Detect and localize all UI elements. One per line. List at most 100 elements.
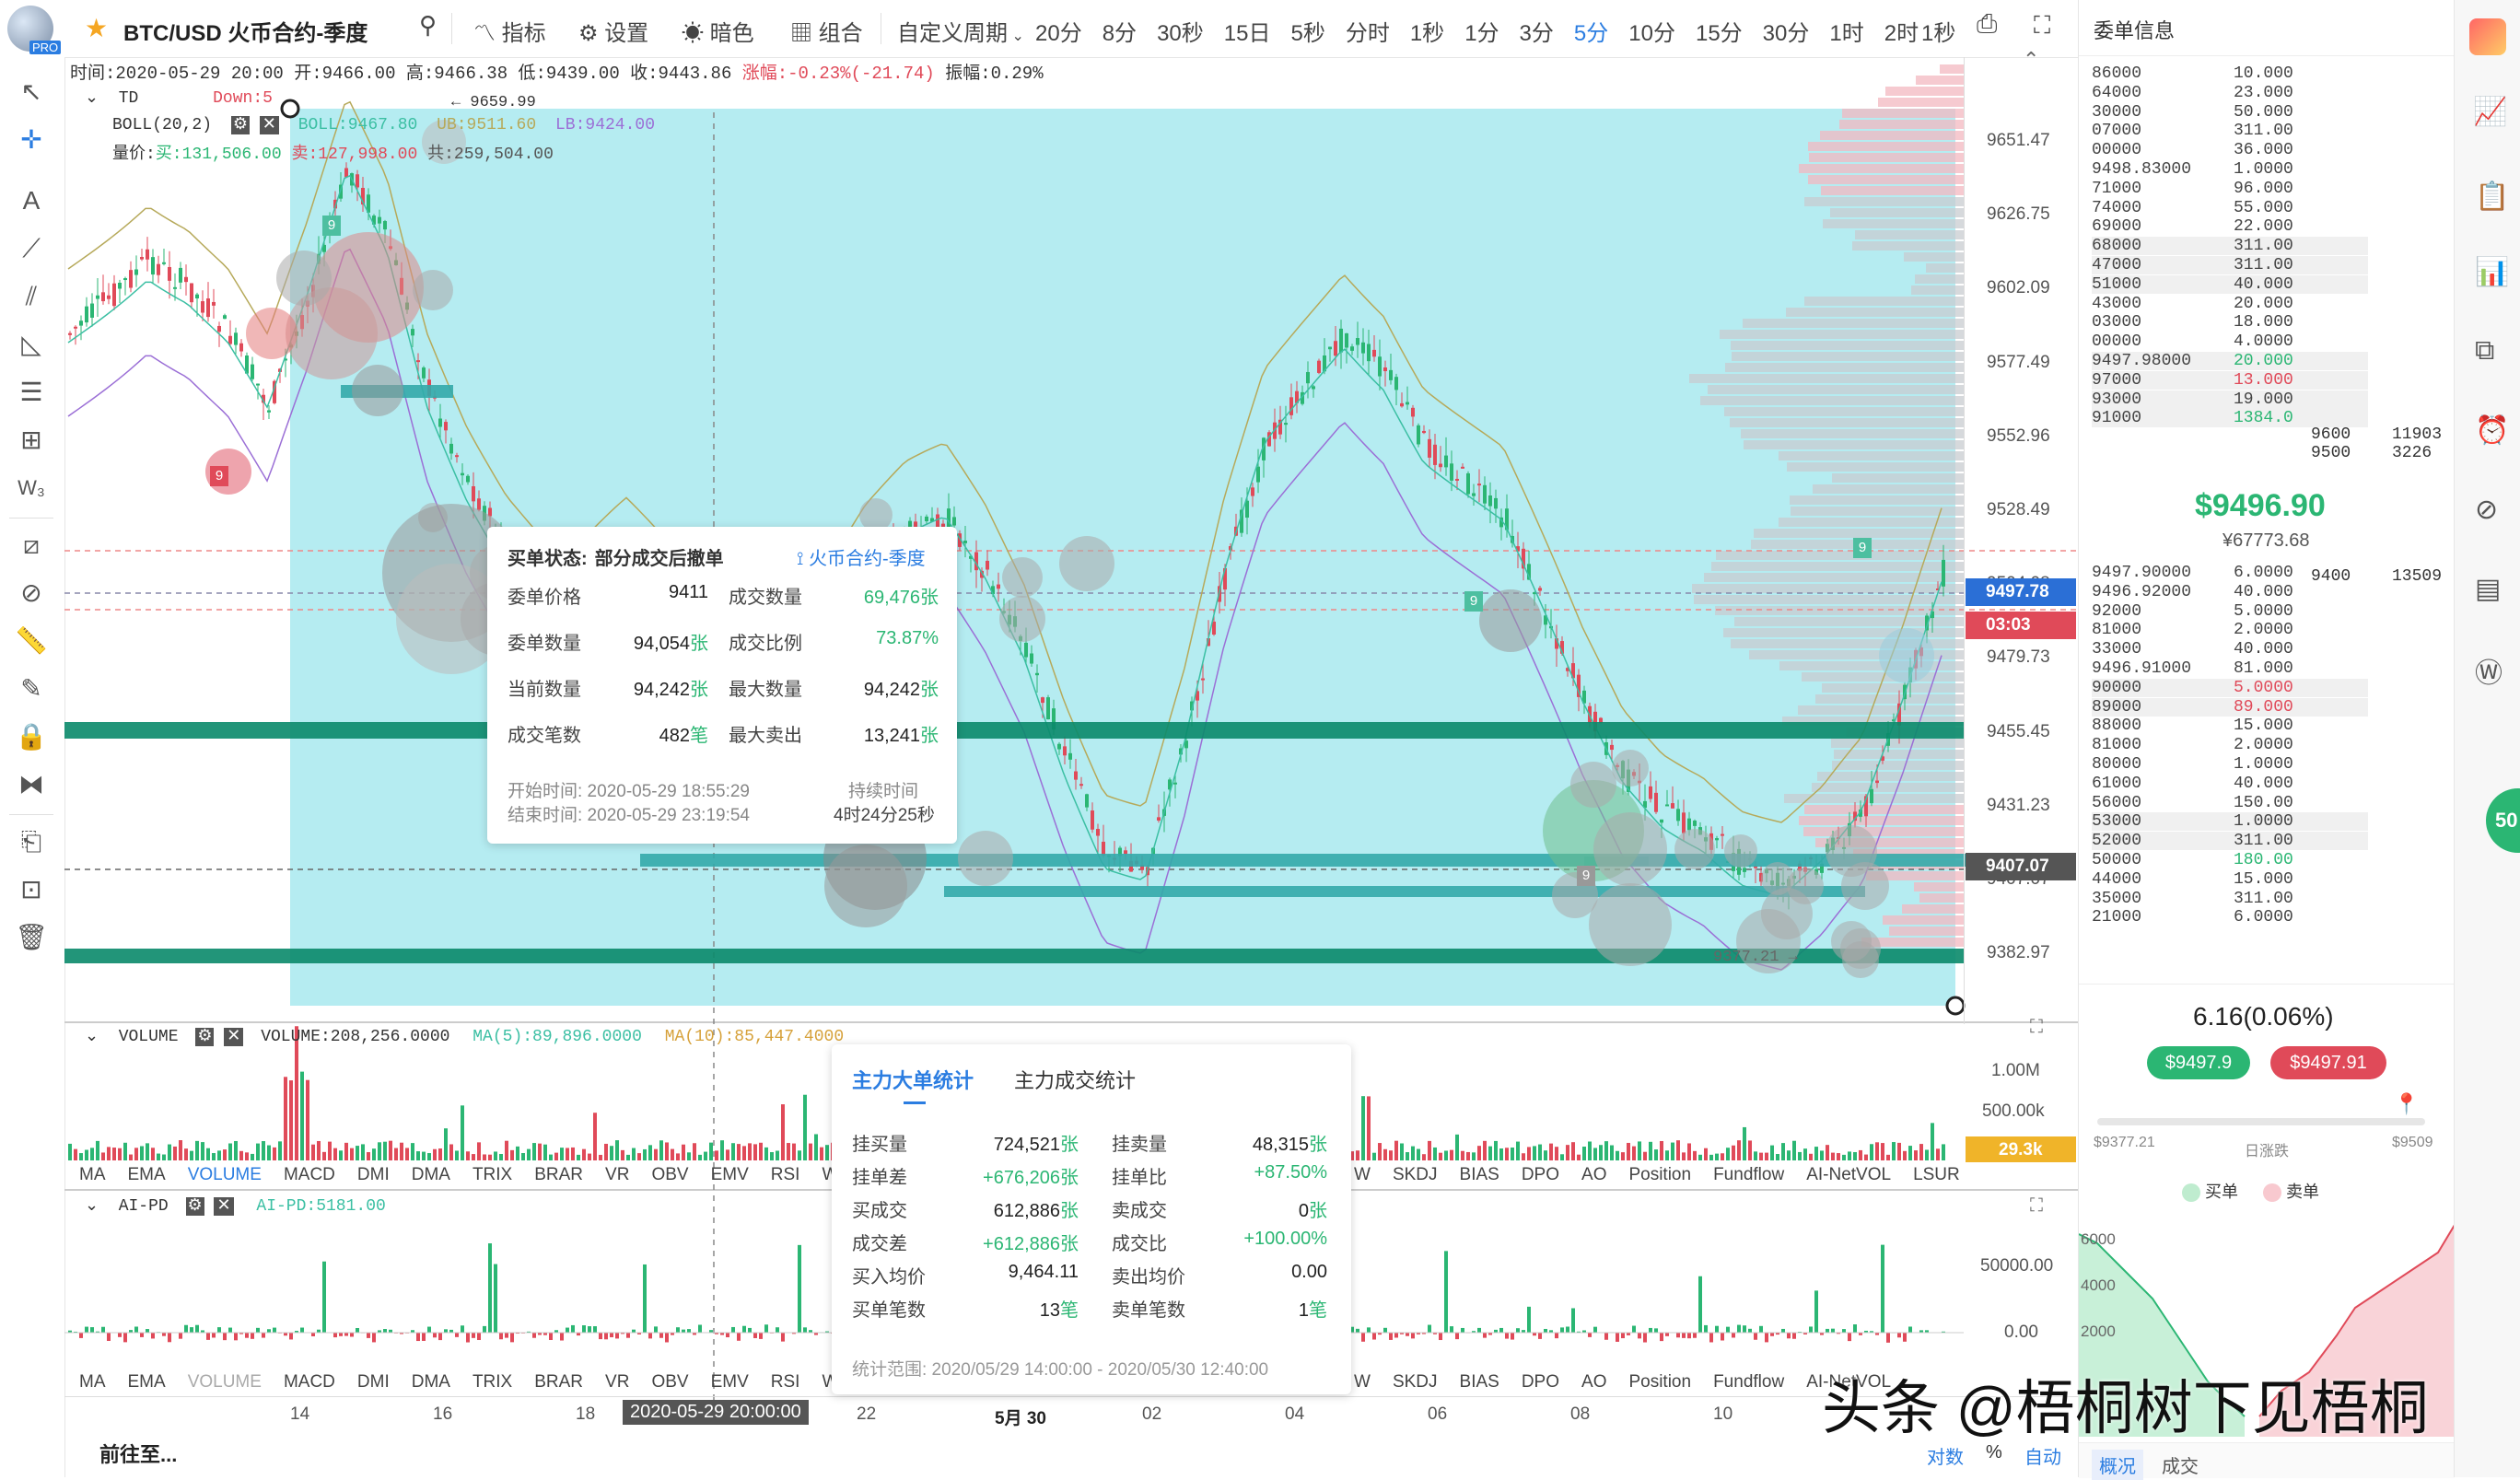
theme-button[interactable]: ☀ 暗色 xyxy=(682,15,754,47)
indicator-tab[interactable]: EMA xyxy=(128,1372,166,1392)
indicator-tab[interactable]: W xyxy=(1354,1372,1371,1392)
bookmark-icon[interactable]: ⎗ xyxy=(15,825,48,858)
order-bubble[interactable] xyxy=(1059,536,1114,591)
collapse-icon[interactable]: ⌄ xyxy=(85,1028,99,1046)
period-12[interactable]: 30分 xyxy=(1763,21,1810,46)
symbol-title[interactable]: BTC/USD 火币合约-季度 xyxy=(123,15,368,47)
bid-row[interactable]: 50000180.00 xyxy=(2092,851,2368,869)
bid-row[interactable]: 210006.0000 xyxy=(2092,908,2368,926)
ask-row[interactable]: 8600010.000 xyxy=(2092,64,2368,83)
indicator-tab[interactable]: VR xyxy=(605,1372,629,1392)
indicator-tab[interactable]: VR xyxy=(605,1165,629,1184)
ruler-icon[interactable]: 📏 xyxy=(15,624,48,658)
indicator-tab[interactable]: Position xyxy=(1628,1372,1691,1392)
indicator-tab[interactable]: EMA xyxy=(128,1165,166,1184)
indicator-tab[interactable]: SKDJ xyxy=(1393,1372,1438,1392)
bid-row[interactable]: 920005.0000 xyxy=(2092,602,2368,621)
period-5[interactable]: 分时 xyxy=(1346,21,1390,46)
order-bubble[interactable] xyxy=(413,270,453,310)
horizontal-lines-icon[interactable]: ☰ xyxy=(15,376,48,409)
bid-row[interactable]: 9496.9100081.000 xyxy=(2092,659,2368,678)
ask-row[interactable]: 6900022.000 xyxy=(2092,217,2368,236)
indicator-tab[interactable]: MACD xyxy=(284,1372,335,1392)
order-bubble[interactable] xyxy=(958,831,1013,886)
grid-tool-icon[interactable]: ⊞ xyxy=(15,424,48,457)
period-3[interactable]: 15日 xyxy=(1224,21,1271,46)
ask-row[interactable]: 5100040.000 xyxy=(2092,275,2368,294)
indicator-tab[interactable]: MA xyxy=(79,1372,106,1392)
indicator-tab[interactable]: DMA xyxy=(412,1372,450,1392)
stats-tab-trades[interactable]: 主力成交统计 xyxy=(1014,1065,1136,1094)
indicator-tab[interactable]: Fundflow xyxy=(1713,1165,1784,1184)
ask-row[interactable]: 000004.0000 xyxy=(2092,332,2368,351)
notes-icon[interactable]: ▤ xyxy=(2475,573,2501,605)
ask-row[interactable]: 7400055.000 xyxy=(2092,199,2368,217)
time-axis[interactable]: 141618225月 300204060810 xyxy=(64,1396,2078,1430)
bid-row[interactable]: 530001.0000 xyxy=(2092,812,2368,831)
text-tool-icon[interactable]: A xyxy=(15,184,48,217)
bid-row[interactable]: 3300040.000 xyxy=(2092,640,2368,658)
order-bubble[interactable] xyxy=(1879,628,1934,683)
settings-gear-icon[interactable]: ⚙ xyxy=(186,1197,204,1216)
bid-row[interactable]: 35000311.00 xyxy=(2092,890,2368,908)
indicator-tab[interactable]: MA xyxy=(79,1165,106,1184)
indicator-tab[interactable]: DMI xyxy=(357,1372,390,1392)
indicator-tab[interactable]: BRAR xyxy=(534,1165,583,1184)
stats-tab-big-orders[interactable]: 主力大单统计 xyxy=(852,1065,974,1094)
triangle-tool-icon[interactable]: ◺ xyxy=(15,328,48,361)
ask-row[interactable]: 0000036.000 xyxy=(2092,141,2368,159)
compass-icon[interactable]: ⊘ xyxy=(2475,494,2498,526)
goto-button[interactable]: 前往至... xyxy=(99,1439,177,1468)
ask-row[interactable]: 0300018.000 xyxy=(2092,313,2368,332)
indicator-tab[interactable]: BRAR xyxy=(534,1372,583,1392)
indicator-tab[interactable]: AO xyxy=(1581,1165,1606,1184)
indicator-tab[interactable]: BIAS xyxy=(1460,1165,1499,1184)
bid-row[interactable]: 8800015.000 xyxy=(2092,717,2368,735)
bid-row[interactable]: 56000150.00 xyxy=(2092,794,2368,812)
indicator-tab[interactable]: Fundflow xyxy=(1713,1372,1784,1392)
trash-icon[interactable]: 🗑 xyxy=(15,921,48,954)
order-bubble[interactable] xyxy=(1674,829,1715,869)
wave-tool-icon[interactable]: W₃ xyxy=(15,472,48,505)
order-bubble[interactable] xyxy=(1479,589,1542,652)
market-link[interactable]: ⟟ 火币合约-季度 xyxy=(797,543,926,570)
cursor-arrow-icon[interactable]: ↖ xyxy=(15,76,48,109)
settings-gear-icon[interactable]: ⚙ xyxy=(231,116,250,134)
indicator-tab[interactable]: OBV xyxy=(651,1372,688,1392)
indicator-tab[interactable]: Position xyxy=(1628,1165,1691,1184)
order-bubble[interactable] xyxy=(276,251,332,306)
period-9[interactable]: 5分 xyxy=(1574,21,1608,46)
indicator-tab[interactable]: VOLUME xyxy=(188,1165,262,1184)
period-1s-right[interactable]: 1秒 xyxy=(1921,15,1955,47)
collapse-icon[interactable]: ⌄ xyxy=(85,1197,99,1216)
indicator-tab[interactable]: DPO xyxy=(1522,1165,1559,1184)
ask-row[interactable]: 6400023.000 xyxy=(2092,84,2368,102)
bid-row[interactable]: 810002.0000 xyxy=(2092,736,2368,754)
bid-row[interactable]: 52000311.00 xyxy=(2092,832,2368,850)
bid-row[interactable]: 800001.0000 xyxy=(2092,755,2368,774)
crosshair-icon[interactable]: ✛ xyxy=(15,123,48,157)
bid-row[interactable]: 4400015.000 xyxy=(2092,870,2368,889)
period-14[interactable]: 2时 xyxy=(1884,21,1919,46)
ask-row[interactable]: 9300019.000 xyxy=(2092,390,2368,409)
word-doc-icon[interactable]: Ⓦ xyxy=(2475,650,2502,691)
order-bubble[interactable] xyxy=(1724,834,1757,868)
template-icon[interactable]: ⊡ xyxy=(15,873,48,906)
order-bubble[interactable] xyxy=(999,596,1045,642)
order-bubble[interactable] xyxy=(1589,883,1672,966)
period-7[interactable]: 1分 xyxy=(1464,21,1499,46)
indicator-tab[interactable]: AO xyxy=(1581,1372,1606,1392)
ask-row[interactable]: 9700013.000 xyxy=(2092,371,2368,390)
lock-icon[interactable]: 🔒 xyxy=(15,720,48,753)
maximize-panel-icon[interactable]: ⛶ xyxy=(2030,1017,2043,1038)
order-list-icon[interactable]: 📋 xyxy=(2475,181,2509,213)
period-4[interactable]: 5秒 xyxy=(1290,21,1324,46)
close-icon[interactable]: ✕ xyxy=(214,1197,233,1216)
app-icon[interactable] xyxy=(2469,18,2506,55)
ask-row[interactable]: 3000050.000 xyxy=(2092,103,2368,122)
indicator-tab[interactable]: AI-NetVOL xyxy=(1806,1165,1891,1184)
bar-stats-icon[interactable]: 📊 xyxy=(2475,256,2509,288)
indicator-tab[interactable]: EMV xyxy=(711,1165,749,1184)
fullscreen-icon[interactable]: ⛶ xyxy=(2034,11,2050,41)
search-icon[interactable]: ⚲ xyxy=(419,11,437,40)
